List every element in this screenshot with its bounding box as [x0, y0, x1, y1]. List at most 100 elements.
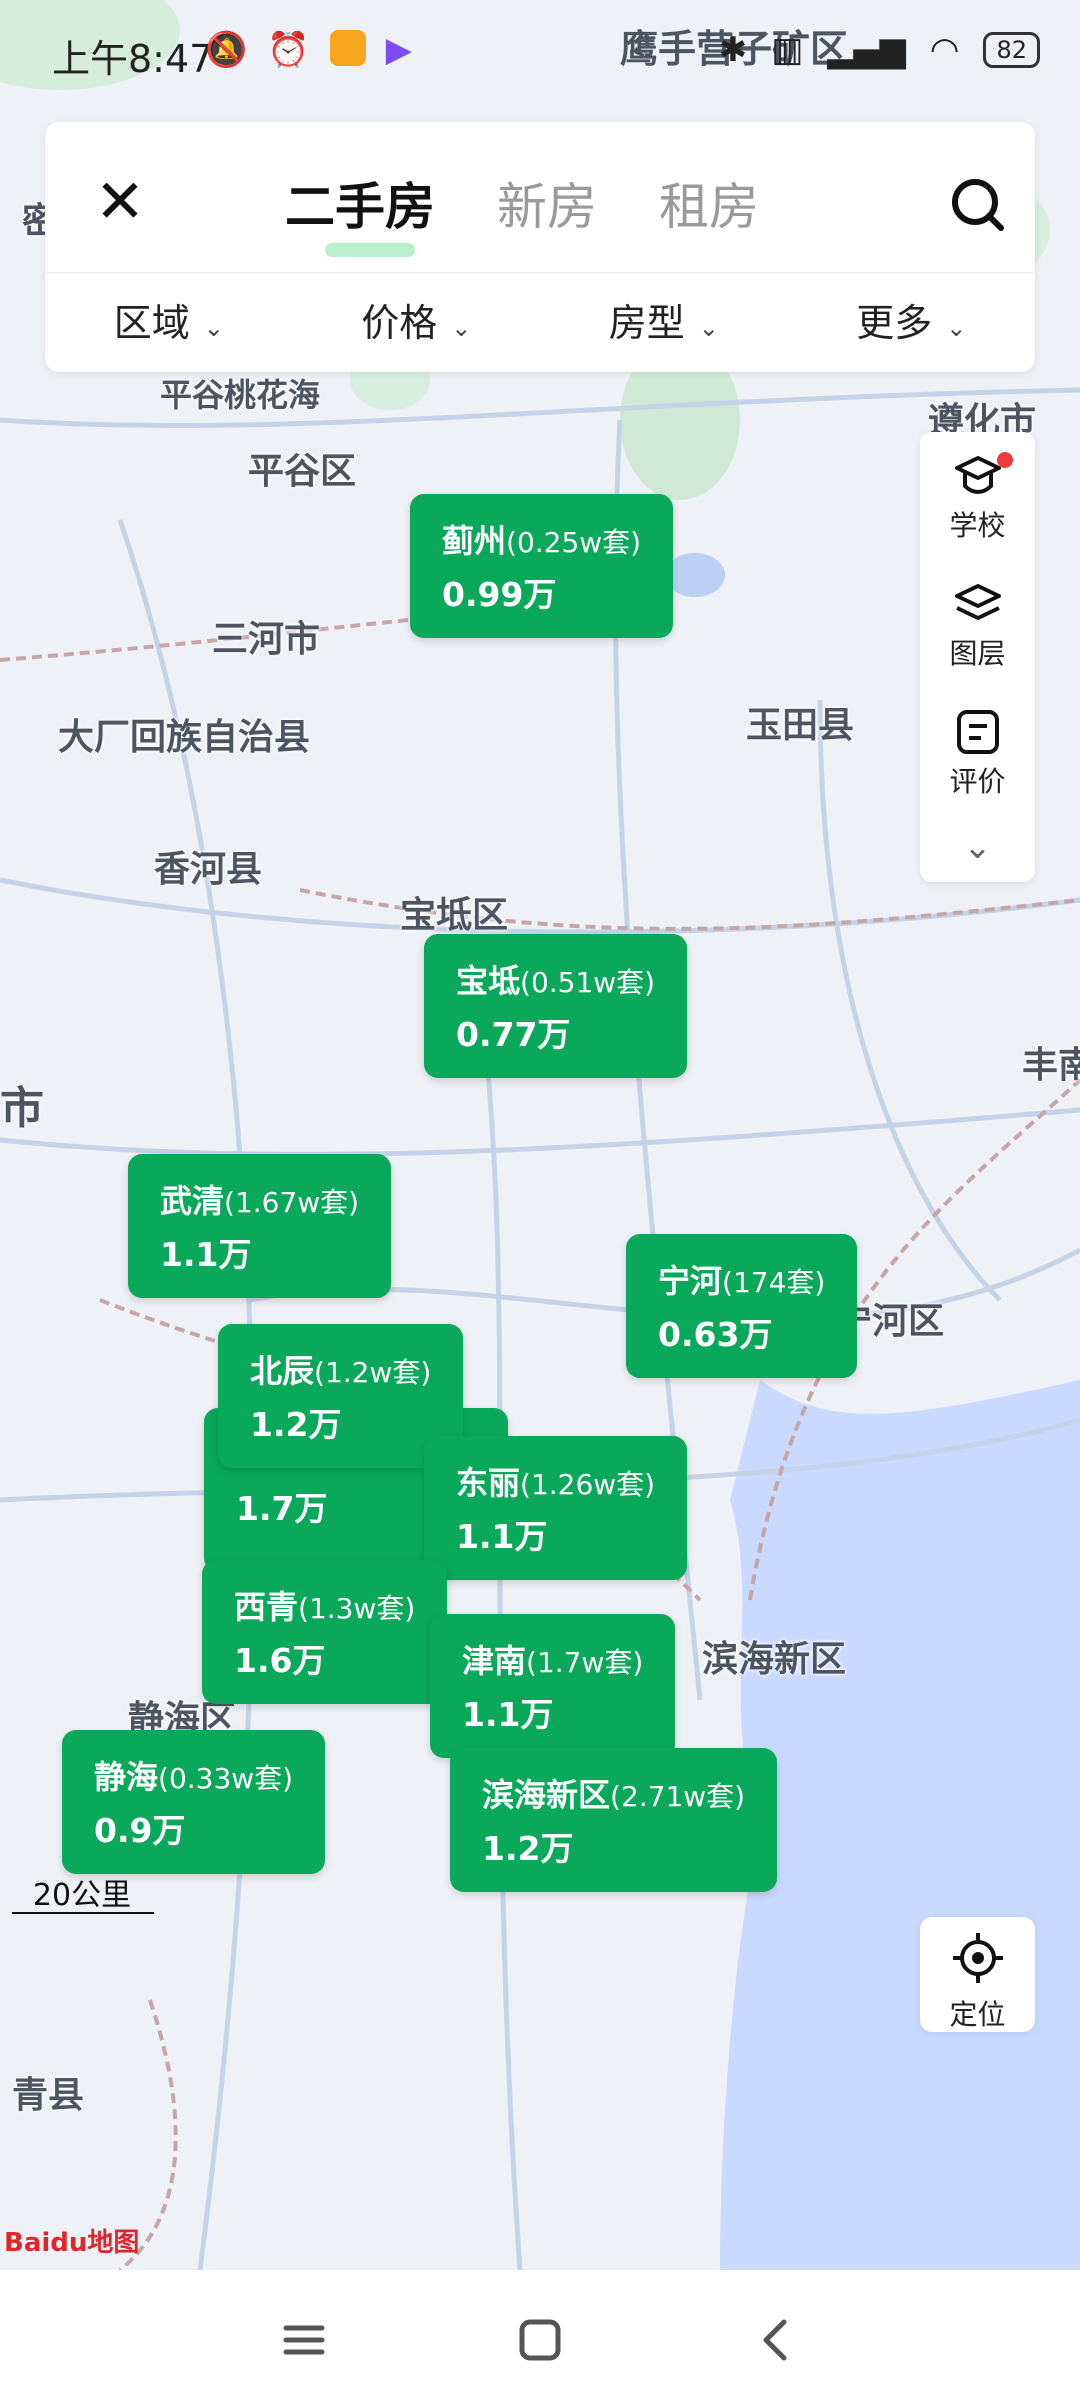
pin-price: 1.2万: [482, 1829, 574, 1868]
pin-name: 蓟州: [442, 522, 507, 560]
pin-name: 静海: [94, 1758, 159, 1796]
wifi-icon: ◠: [929, 30, 960, 70]
review-icon: [956, 710, 999, 754]
listing-type-tabs: 二手房 新房 租房: [285, 167, 759, 257]
search-header-card: ✕ 二手房 新房 租房 区域 ⌄ 价格 ⌄ 房型 ⌄ 更多 ⌄: [45, 122, 1035, 372]
status-time: 上午8:47: [52, 37, 214, 81]
pin-count: (1.7w套): [526, 1646, 644, 1679]
pin-price: 0.9万: [94, 1811, 186, 1850]
pin-count: (2.71w套): [610, 1780, 746, 1813]
pin-count: (1.2w套): [314, 1356, 432, 1389]
pin-price: 1.1万: [462, 1695, 554, 1734]
pin-price: 1.1万: [160, 1235, 252, 1274]
map-label-binhai: 滨海新区: [702, 1639, 847, 1680]
filter-layout[interactable]: 房型 ⌄: [540, 292, 788, 347]
mute-icon: 🔕: [205, 30, 248, 70]
status-left-icons: 🔕 ⏰ ▶: [205, 30, 412, 70]
signal-icon: ▂▄▆: [827, 30, 906, 70]
app1-icon: [329, 30, 366, 66]
locate-button[interactable]: 定位: [920, 1917, 1035, 2032]
pin-count: (174套): [722, 1266, 826, 1299]
filter-price[interactable]: 价格 ⌄: [293, 292, 541, 347]
menu-icon: [283, 2325, 325, 2355]
back-button[interactable]: [746, 2310, 806, 2370]
tab-rent[interactable]: 租房: [659, 167, 759, 239]
pin-price: 0.63万: [658, 1315, 773, 1354]
search-button[interactable]: [947, 174, 1007, 234]
chevron-down-icon: ⌄: [946, 314, 967, 342]
chevron-down-icon: ⌄: [963, 827, 992, 867]
pin-name: 宝坻: [456, 962, 521, 1000]
map-label-shi: 市: [0, 1083, 44, 1134]
pin-count: (1.3w套): [298, 1592, 416, 1625]
locate-label: 定位: [949, 1998, 1006, 2031]
chevron-down-icon: ⌄: [203, 314, 224, 342]
pin-price: 0.99万: [442, 575, 557, 614]
pin-price: 0.77万: [456, 1015, 571, 1054]
filter-label: 区域: [113, 301, 190, 345]
filter-label: 房型: [608, 301, 685, 345]
map-pin-jinghai[interactable]: 静海(0.33w套) 0.9万: [62, 1730, 326, 1874]
map-label-pinggu-taohuahai: 平谷桃花海: [160, 376, 321, 414]
map-pin-ninghe[interactable]: 宁河(174套) 0.63万: [626, 1234, 858, 1378]
tab-second-hand[interactable]: 二手房: [285, 167, 435, 257]
tool-layers[interactable]: 图层: [920, 582, 1035, 672]
map-label-fengnan: 丰南: [1022, 1045, 1080, 1086]
baidu-map-logo: Baidu地图: [4, 2228, 140, 2258]
pin-name: 西青: [234, 1588, 299, 1626]
map-pin-jinnan[interactable]: 津南(1.7w套) 1.1万: [430, 1614, 676, 1758]
pin-count: (0.51w套): [520, 966, 656, 999]
pin-name: 东丽: [456, 1464, 521, 1502]
map-pin-wuqing[interactable]: 武清(1.67w套) 1.1万: [128, 1154, 392, 1298]
map-label-yutian: 玉田县: [746, 705, 855, 746]
pin-price: 1.6万: [234, 1641, 326, 1680]
graduation-cap-icon: [954, 456, 1001, 494]
locate-icon: [952, 1933, 1003, 1983]
tool-label: 图层: [949, 637, 1006, 670]
sim-off-icon: ▥: [771, 30, 804, 70]
tool-school[interactable]: 学校: [920, 452, 1035, 544]
map-pin-baodi[interactable]: 宝坻(0.51w套) 0.77万: [424, 934, 688, 1078]
battery-indicator: 82: [983, 32, 1040, 68]
close-icon: ✕: [94, 167, 146, 237]
map-label-xianghe: 香河县: [154, 849, 263, 890]
notification-badge: [997, 452, 1013, 468]
search-icon: [952, 179, 1004, 231]
alarm-icon: ⏰: [267, 30, 310, 70]
map-scale-bar: [12, 1912, 154, 1914]
map-label-sanhe: 三河市: [212, 619, 321, 660]
tool-label: 评价: [949, 765, 1006, 798]
filter-area[interactable]: 区域 ⌄: [45, 292, 293, 347]
bluetooth-icon: ✱: [718, 30, 748, 70]
menu-button[interactable]: [274, 2310, 334, 2370]
tool-label: 学校: [949, 509, 1006, 542]
home-icon: [519, 2319, 561, 2361]
tab-new-home[interactable]: 新房: [497, 167, 597, 239]
pin-name: 滨海新区: [482, 1776, 611, 1814]
pin-name: 宁河: [658, 1262, 723, 1300]
map-label-qingxian: 青县: [12, 2075, 85, 2116]
map-pin-jizhou[interactable]: 蓟州(0.25w套) 0.99万: [410, 494, 674, 638]
map-pin-xiqing[interactable]: 西青(1.3w套) 1.6万: [202, 1560, 448, 1704]
layers-icon: [954, 584, 1001, 620]
pin-name: 津南: [462, 1642, 527, 1680]
app2-icon: ▶: [385, 30, 412, 70]
pin-price: 1.1万: [456, 1517, 548, 1556]
close-button[interactable]: ✕: [85, 167, 155, 237]
map-pin-binhai[interactable]: 滨海新区(2.71w套) 1.2万: [450, 1748, 778, 1892]
pin-count: (0.25w套): [506, 526, 642, 559]
map-pin-dongli[interactable]: 东丽(1.26w套) 1.1万: [424, 1436, 688, 1580]
tool-review[interactable]: 评价: [920, 710, 1035, 800]
system-nav-bar: [0, 2270, 1080, 2400]
side-toolbar-expand[interactable]: ⌄: [920, 827, 1035, 867]
status-bar: 上午8:47 🔕 ⏰ ▶ 鹰手营子矿区 ✱ ▥ ▂▄▆ ◠ 82: [0, 0, 1080, 105]
home-button[interactable]: [510, 2310, 570, 2370]
pin-price: 1.2万: [250, 1405, 342, 1444]
map-label-baodi: 宝坻区: [400, 895, 509, 936]
filter-label: 价格: [361, 301, 438, 345]
filter-more[interactable]: 更多 ⌄: [788, 292, 1036, 347]
filter-bar: 区域 ⌄ 价格 ⌄ 房型 ⌄ 更多 ⌄: [45, 292, 1035, 347]
pin-name: 武清: [160, 1182, 225, 1220]
pin-count: (1.67w套): [224, 1186, 360, 1219]
map-side-toolbar: 学校 图层 评价 ⌄: [920, 432, 1035, 882]
